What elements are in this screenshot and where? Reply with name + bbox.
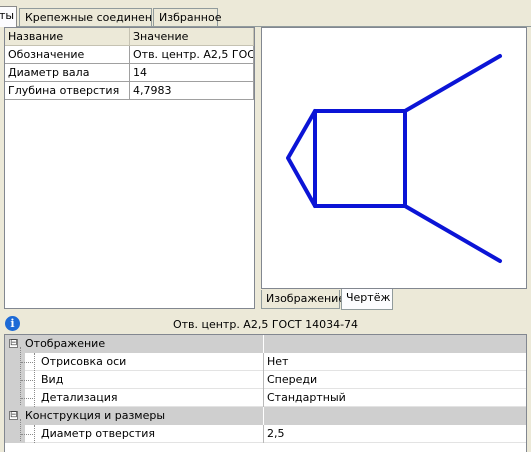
property-row[interactable]: Диаметр отверстия 2,5 <box>5 425 526 443</box>
center-hole-tip <box>286 109 317 208</box>
drawing-canvas <box>286 54 502 263</box>
tree-connector <box>20 347 21 405</box>
tab-label: Изображение <box>266 292 346 305</box>
selected-item-title: Отв. центр. А2,5 ГОСТ 14034-74 <box>172 318 359 331</box>
tree-connector <box>21 434 33 435</box>
property-row[interactable]: Вид Спереди <box>5 371 526 389</box>
grid-header: Название Значение <box>5 28 254 46</box>
tree-connector <box>34 425 35 443</box>
tab-favorites[interactable]: Избранное <box>153 8 222 26</box>
property-row[interactable]: Отрисовка оси Нет <box>5 353 526 371</box>
row-name-cell: Обозначение <box>5 46 130 64</box>
row-name-cell: Глубина отверстия <box>5 82 130 100</box>
property-name: Детализация <box>41 391 118 404</box>
tree-connector <box>21 380 33 381</box>
property-value[interactable]: Спереди <box>267 371 317 389</box>
grid-row[interactable]: Диаметр вала 14 <box>5 64 254 82</box>
column-divider[interactable] <box>263 425 264 443</box>
tab-image[interactable]: Изображение <box>261 290 345 309</box>
tab-drawing[interactable]: Чертёж <box>341 289 393 310</box>
tab-label: Избранное <box>159 11 222 24</box>
category-label: Отображение <box>25 337 106 350</box>
center-hole-body <box>313 109 407 208</box>
collapse-icon[interactable]: ⊟ <box>9 339 18 348</box>
property-value[interactable]: Стандартный <box>267 389 346 407</box>
row-value-cell[interactable]: 14 <box>130 64 254 82</box>
property-name: Вид <box>41 373 64 386</box>
cone-line-bottom <box>403 204 502 263</box>
drawing-preview <box>261 27 527 289</box>
tree-connector <box>21 398 33 399</box>
tab-label: Крепежные соединения <box>25 11 166 24</box>
grid-row[interactable]: Обозначение Отв. центр. А2,5 ГОСТ <box>5 46 254 64</box>
tab-parts[interactable]: ты <box>0 6 17 27</box>
column-header-name[interactable]: Название <box>5 28 130 46</box>
row-value-cell[interactable]: Отв. центр. А2,5 ГОСТ <box>130 46 254 64</box>
row-name-cell: Диаметр вала <box>5 64 130 82</box>
row-value-cell[interactable]: 4,7983 <box>130 82 254 100</box>
column-divider[interactable] <box>263 335 264 353</box>
property-value[interactable]: Нет <box>267 353 288 371</box>
tree-connector <box>20 419 21 441</box>
category-display[interactable]: ⊟ Отображение <box>5 335 526 353</box>
tab-label: Чертёж <box>346 291 391 304</box>
property-inspector[interactable]: ⊟ Отображение Отрисовка оси Нет Вид Спер… <box>4 334 527 452</box>
column-divider[interactable] <box>263 389 264 407</box>
column-header-value[interactable]: Значение <box>130 28 254 46</box>
property-value[interactable]: 2,5 <box>267 425 285 443</box>
collapse-icon[interactable]: ⊟ <box>9 411 18 420</box>
tree-connector <box>34 353 35 407</box>
tab-label: ты <box>0 9 15 22</box>
property-row[interactable]: Детализация Стандартный <box>5 389 526 407</box>
tab-fasteners[interactable]: Крепежные соединения <box>19 8 166 26</box>
grid-row[interactable]: Глубина отверстия 4,7983 <box>5 82 254 100</box>
tree-connector <box>21 362 33 363</box>
property-name: Диаметр отверстия <box>41 427 156 440</box>
column-divider[interactable] <box>263 371 264 389</box>
property-name: Отрисовка оси <box>41 355 127 368</box>
column-divider[interactable] <box>263 353 264 371</box>
category-construction[interactable]: ⊟ Конструкция и размеры <box>5 407 526 425</box>
column-divider[interactable] <box>263 407 264 425</box>
cone-line-top <box>403 54 502 113</box>
properties-grid[interactable]: Название Значение Обозначение Отв. центр… <box>4 27 255 309</box>
category-label: Конструкция и размеры <box>25 409 166 422</box>
